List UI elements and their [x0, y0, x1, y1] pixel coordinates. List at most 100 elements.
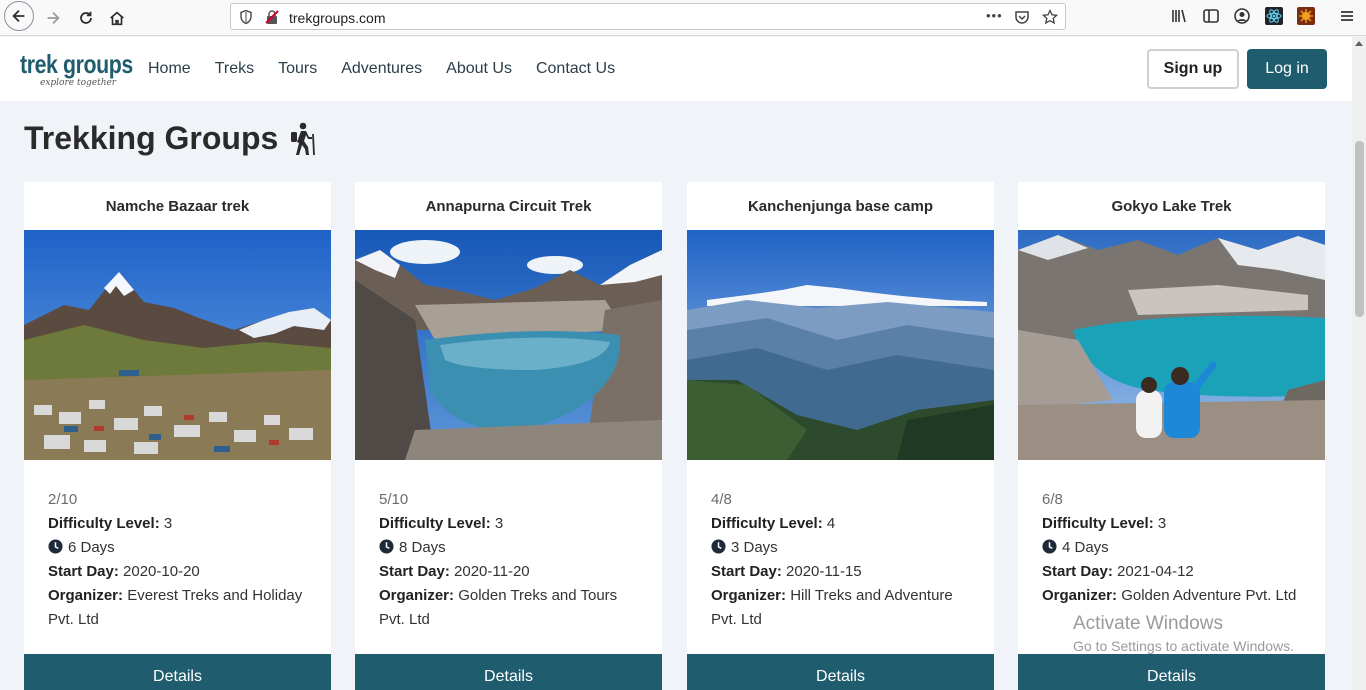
clock-icon: [379, 539, 394, 554]
card-title: Namche Bazaar trek: [105, 197, 250, 215]
start-day-row: Start Day: 2020-11-20: [379, 560, 638, 584]
duration-row: 3 Days: [711, 536, 970, 560]
site-logo[interactable]: trek groups explore together: [20, 51, 158, 88]
home-icon: [110, 11, 124, 26]
trek-card: Namche Bazaar trek 2/10 Difficulty Level…: [24, 182, 331, 690]
trek-photo-annapurna-circuit: [355, 230, 662, 460]
group-count: 6/8: [1042, 491, 1063, 508]
home-button[interactable]: [102, 3, 132, 33]
insecure-lock-icon[interactable]: [264, 9, 280, 25]
pocket-icon[interactable]: [1014, 9, 1030, 25]
hamburger-menu-icon[interactable]: [1338, 7, 1356, 25]
nav-tours[interactable]: Tours: [278, 60, 317, 78]
duration-value: 6 Days: [68, 539, 115, 556]
difficulty-row: Difficulty Level: 4: [711, 512, 970, 536]
trek-card: Kanchenjunga base camp 4/8 Difficulty Le…: [687, 182, 994, 690]
nav-adventures[interactable]: Adventures: [341, 60, 422, 78]
details-button[interactable]: Details: [355, 654, 662, 690]
account-icon[interactable]: [1233, 7, 1251, 25]
clock-icon: [711, 539, 726, 554]
back-button[interactable]: [4, 1, 34, 31]
start-day-label: Start Day:: [711, 563, 782, 580]
page-title: Trekking Groups: [24, 120, 316, 157]
card-title: Gokyo Lake Trek: [1111, 197, 1232, 215]
activate-windows-watermark: Activate Windows Go to Settings to activ…: [1073, 613, 1294, 654]
sidebar-icon[interactable]: [1202, 7, 1220, 25]
organizer-row: Organizer: Golden Treks and Tours Pvt. L…: [379, 584, 638, 632]
nav-about-us[interactable]: About Us: [446, 60, 512, 78]
url-text[interactable]: trekgroups.com: [289, 10, 385, 26]
bookmark-star-icon[interactable]: [1042, 9, 1058, 25]
organizer-label: Organizer:: [48, 587, 124, 604]
organizer-label: Organizer:: [711, 587, 787, 604]
extension-icon[interactable]: [1297, 7, 1315, 25]
watermark-subtitle: Go to Settings to activate Windows.: [1073, 638, 1294, 654]
shield-icon[interactable]: [238, 9, 254, 25]
difficulty-value: 3: [163, 515, 173, 532]
start-day-label: Start Day:: [379, 563, 450, 580]
react-devtools-icon[interactable]: [1265, 7, 1283, 25]
watermark-title: Activate Windows: [1073, 613, 1223, 634]
duration-value: 8 Days: [399, 539, 446, 556]
trek-card: Annapurna Circuit Trek 5/10 Difficulty L…: [355, 182, 662, 690]
page-title-text: Trekking Groups: [24, 120, 279, 156]
scroll-up-arrow[interactable]: [1355, 41, 1363, 46]
arrow-left-icon: [12, 9, 25, 23]
logo-tagline: explore together: [40, 78, 117, 88]
login-button[interactable]: Log in: [1247, 49, 1327, 89]
difficulty-label: Difficulty Level:: [48, 515, 160, 532]
card-body: 5/10 Difficulty Level: 3 8 Days Start Da…: [355, 460, 662, 632]
reload-button[interactable]: [71, 3, 101, 33]
difficulty-label: Difficulty Level:: [1042, 515, 1154, 532]
duration-value: 4 Days: [1062, 539, 1109, 556]
start-day-value: 2020-11-20: [454, 563, 530, 580]
duration-row: 8 Days: [379, 536, 638, 560]
trek-photo-gokyo-lake: [1018, 230, 1325, 460]
nav-contact-us[interactable]: Contact Us: [536, 60, 615, 78]
clock-icon: [1042, 539, 1057, 554]
details-button[interactable]: Details: [687, 654, 994, 690]
clock-icon: [48, 539, 63, 554]
start-day-label: Start Day:: [1042, 563, 1113, 580]
nav-treks[interactable]: Treks: [215, 60, 254, 78]
start-day-row: Start Day: 2020-11-15: [711, 560, 970, 584]
difficulty-row: Difficulty Level: 3: [379, 512, 638, 536]
logo-wordmark: trek groups: [20, 49, 133, 79]
details-button[interactable]: Details: [24, 654, 331, 690]
library-icon[interactable]: [1170, 7, 1188, 25]
organizer-label: Organizer:: [379, 587, 455, 604]
site-header: trek groups explore together Home Treks …: [0, 37, 1352, 101]
duration-value: 3 Days: [731, 539, 778, 556]
browser-toolbar: trekgroups.com •••: [0, 0, 1366, 36]
start-day-row: Start Day: 2021-04-12: [1042, 560, 1301, 584]
group-count: 4/8: [711, 491, 732, 508]
difficulty-row: Difficulty Level: 3: [1042, 512, 1301, 536]
start-day-value: 2021-04-12: [1117, 563, 1194, 580]
card-body: 6/8 Difficulty Level: 3 4 Days Start Day…: [1018, 460, 1325, 608]
nav-home[interactable]: Home: [148, 60, 191, 78]
organizer-row: Organizer: Golden Adventure Pvt. Ltd: [1042, 584, 1301, 608]
difficulty-value: 3: [1157, 515, 1167, 532]
organizer-row: Organizer: Hill Treks and Adventure Pvt.…: [711, 584, 970, 632]
reload-icon: [80, 11, 92, 24]
difficulty-label: Difficulty Level:: [379, 515, 491, 532]
page-scrollbar[interactable]: [1352, 37, 1366, 690]
duration-row: 4 Days: [1042, 536, 1301, 560]
page-actions-menu[interactable]: •••: [986, 8, 1003, 23]
card-title: Kanchenjunga base camp: [747, 197, 934, 215]
card-title: Annapurna Circuit Trek: [425, 197, 592, 215]
start-day-label: Start Day:: [48, 563, 119, 580]
arrow-right-icon: [47, 11, 60, 25]
organizer-value: Golden Adventure Pvt. Ltd: [1121, 587, 1297, 604]
forward-button[interactable]: [38, 3, 68, 33]
start-day-value: 2020-11-15: [786, 563, 862, 580]
start-day-row: Start Day: 2020-10-20: [48, 560, 307, 584]
card-body: 2/10 Difficulty Level: 3 6 Days Start Da…: [24, 460, 331, 632]
duration-row: 6 Days: [48, 536, 307, 560]
signup-button[interactable]: Sign up: [1147, 49, 1239, 89]
details-button[interactable]: Details: [1018, 654, 1325, 690]
scroll-thumb[interactable]: [1355, 141, 1364, 317]
address-bar[interactable]: trekgroups.com •••: [230, 3, 1066, 30]
card-body: 4/8 Difficulty Level: 4 3 Days Start Day…: [687, 460, 994, 632]
main-nav: Home Treks Tours Adventures About Us Con…: [148, 60, 639, 78]
